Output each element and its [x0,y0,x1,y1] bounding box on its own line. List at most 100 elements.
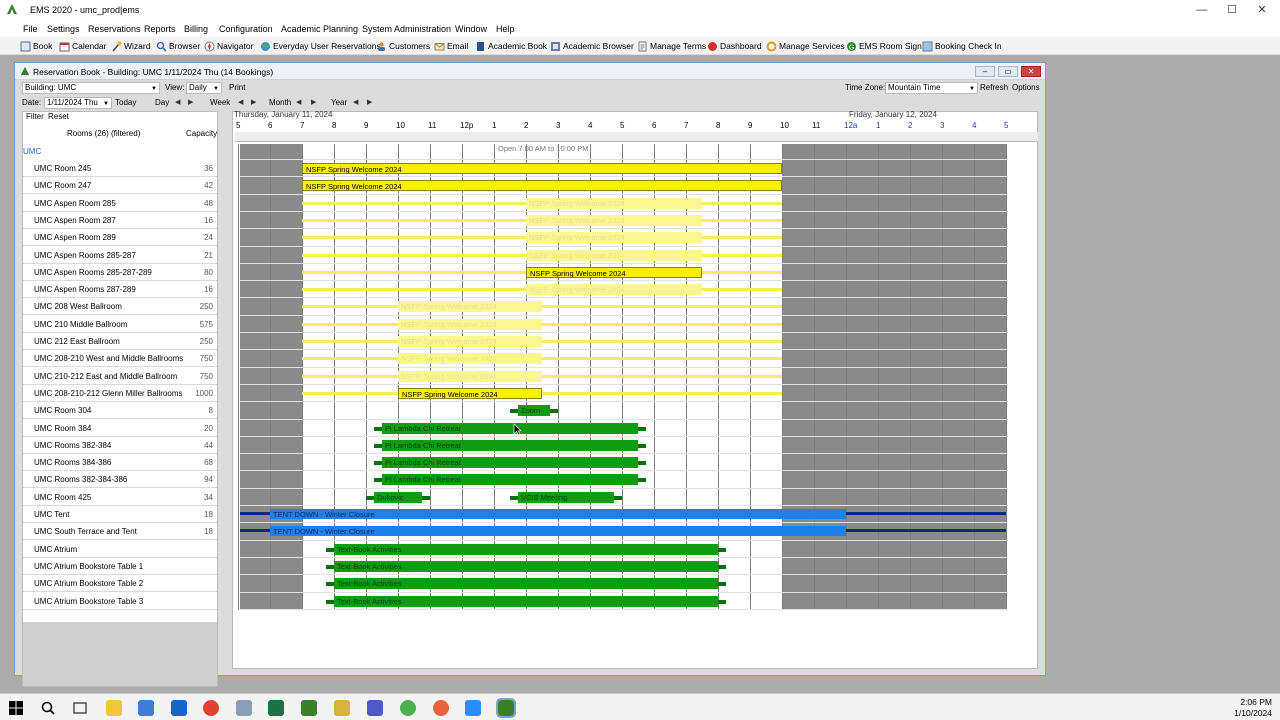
room-row[interactable]: UMC Rooms 382-384 44 [23,437,217,454]
day-prev-icon[interactable]: ◀ [175,98,180,106]
booking-bar[interactable]: NSFP Spring Welcome 2024 [526,266,702,278]
excel-icon[interactable] [268,700,284,716]
menu-billing[interactable]: Billing [184,24,208,34]
room-row[interactable]: UMC Atrium Bookstore Table 3 [23,593,217,610]
room-row[interactable]: UMC Atrium Bookstore Table 1 [23,558,217,575]
outlook-icon[interactable] [171,700,187,716]
room-row[interactable]: UMC Aspen Rooms 285-287-289 80 [23,264,217,281]
today-button[interactable]: Today [115,96,136,110]
day-next-icon[interactable]: ▶ [188,98,193,106]
file-explorer-icon[interactable] [106,700,122,716]
menu-help[interactable]: Help [496,24,515,34]
timezone-select[interactable]: Mountain Time ▼ [885,82,978,94]
room-row[interactable]: UMC 208-210-212 Glenn Miller Ballrooms 10… [23,385,217,402]
year-prev-icon[interactable]: ◀ [353,98,358,106]
toolbar-customers[interactable]: Customers [376,40,430,53]
zoom-icon[interactable] [465,700,481,716]
room-row[interactable]: UMC 208-210 West and Middle Ballrooms 750 [23,350,217,368]
booking-bar[interactable]: TENT DOWN - Winter Closure [270,526,846,537]
toolbar-navigator[interactable]: Navigator [204,40,253,53]
reset-button[interactable]: Reset [48,110,69,124]
filter-button[interactable]: Filter [26,110,44,124]
room-row[interactable]: UMC Rooms 382-384-386 94 [23,471,217,489]
booking-bar[interactable]: NSFP Spring Welcome 2024 [526,284,702,296]
toolbar-browser[interactable]: Browser [156,40,200,53]
week-next-icon[interactable]: ▶ [251,98,256,106]
booking-bar[interactable]: NSFP Spring Welcome 2024 [302,180,782,192]
booking-bar[interactable]: Pi Lambda Chi Retreat [382,422,638,434]
ems-active-icon[interactable] [496,698,516,718]
month-prev-icon[interactable]: ◀ [296,98,301,106]
booking-bar[interactable]: NSFP Spring Welcome 2024 [398,318,542,330]
room-row[interactable]: UMC Room 247 42 [23,177,217,195]
mdi-restore-button[interactable]: ▭ [998,66,1018,77]
room-row[interactable]: UMC Aspen Rooms 285-287 21 [23,247,217,264]
refresh-button[interactable]: Refresh [980,81,1008,95]
toolbar-academic-browser[interactable]: Academic Browser [550,40,634,53]
toolbar-dashboard[interactable]: Dashboard [707,40,762,53]
date-picker[interactable]: 1/11/2024 Thu ▼ [44,97,112,109]
booking-bar[interactable]: Text-Book Activities [334,578,718,590]
teams-icon[interactable] [367,700,383,716]
search-icon[interactable] [40,700,56,716]
booking-bar[interactable]: NSFP Spring Welcome 2024 [398,370,542,382]
booking-bar[interactable]: NSFP Spring Welcome 2024 [398,301,542,313]
booking-bar[interactable]: Pi Lambda Chi Retreat [382,457,638,469]
room-row[interactable]: UMC 212 East Ballroom 250 [23,333,217,350]
room-row[interactable]: UMC Aspen Room 287 16 [23,212,217,229]
booking-bar[interactable]: Pi Lambda Chi Retreat [382,474,638,486]
minimize-button[interactable]: — [1188,3,1216,17]
room-row[interactable]: UMC Room 304 8 [23,402,217,420]
app-icon[interactable] [334,700,350,716]
toolbar-manage-terms[interactable]: Manage Terms [637,40,706,53]
room-row[interactable]: UMC 210 Middle Ballroom 575 [23,316,217,333]
booking-bar[interactable]: Text-Book Activities [334,543,718,555]
room-row[interactable]: UMC Atrium [23,541,217,558]
room-row[interactable]: UMC Room 384 20 [23,420,217,437]
booking-bar[interactable]: Text-Book Activities [334,595,718,607]
room-row[interactable]: UMC Aspen Room 289 24 [23,229,217,247]
toolbar-email[interactable]: Email [434,40,468,53]
booking-bar[interactable]: VCIS Meeting [518,491,614,503]
month-next-icon[interactable]: ▶ [311,98,316,106]
room-group-umc[interactable]: UMC [23,145,41,159]
snipping-tool-icon[interactable] [236,700,252,716]
view-select[interactable]: Daily ▼ [186,82,222,94]
system-clock[interactable]: 2:06 PM 1/10/2024 [1234,697,1272,719]
menu-file[interactable]: File [23,24,38,34]
chrome-profile-icon[interactable] [400,700,416,716]
booking-bar[interactable]: NSFP Spring Welcome 2024 [398,387,542,399]
toolbar-everyday-user-reservations[interactable]: Everyday User Reservations [260,40,381,53]
menu-window[interactable]: Window [455,24,487,34]
toolbar-book[interactable]: Book [20,40,52,53]
mdi-minimize-button[interactable]: – [975,66,995,77]
windows-start-icon[interactable] [8,700,24,716]
booking-bar[interactable]: TENT DOWN - Winter Closure [270,509,846,519]
room-row[interactable]: UMC Aspen Rooms 287-289 16 [23,281,217,299]
chrome-profile-2-icon[interactable] [433,700,449,716]
booking-bar[interactable]: Text-Book Activities [334,560,718,572]
chrome-icon[interactable] [203,700,219,716]
year-next-icon[interactable]: ▶ [367,98,372,106]
menu-reservations[interactable]: Reservations [88,24,141,34]
building-select[interactable]: Building: UMC ▼ [22,82,160,94]
menu-configuration[interactable]: Configuration [219,24,273,34]
toolbar-calendar[interactable]: Calendar [59,40,107,53]
task-view-icon[interactable] [72,700,88,716]
room-row[interactable]: UMC Rooms 384-386 68 [23,454,217,472]
room-row[interactable]: UMC Aspen Room 285 48 [23,195,217,212]
menu-settings[interactable]: Settings [47,24,80,34]
room-row[interactable]: UMC Room 425 34 [23,489,217,506]
store-icon[interactable] [138,700,154,716]
room-row[interactable]: UMC Atrium Bookstore Table 2 [23,575,217,593]
room-row[interactable]: UMC South Terrace and Tent 18 [23,523,217,541]
close-button[interactable]: ✕ [1248,3,1276,17]
toolbar-booking-check-in[interactable]: Booking Check In [922,40,1002,53]
toolbar-wizard[interactable]: Wizard [111,40,150,53]
ems-app-icon[interactable] [301,700,317,716]
room-row[interactable]: UMC Room 245 36 [23,160,217,177]
booking-bar[interactable]: NSFP Spring Welcome 2024 [398,336,542,347]
toolbar-ems-room-sign[interactable]: G EMS Room Sign [846,40,922,53]
toolbar-academic-book[interactable]: Academic Book [475,40,547,53]
booking-bar[interactable]: NSFP Spring Welcome 2024 [526,197,702,209]
